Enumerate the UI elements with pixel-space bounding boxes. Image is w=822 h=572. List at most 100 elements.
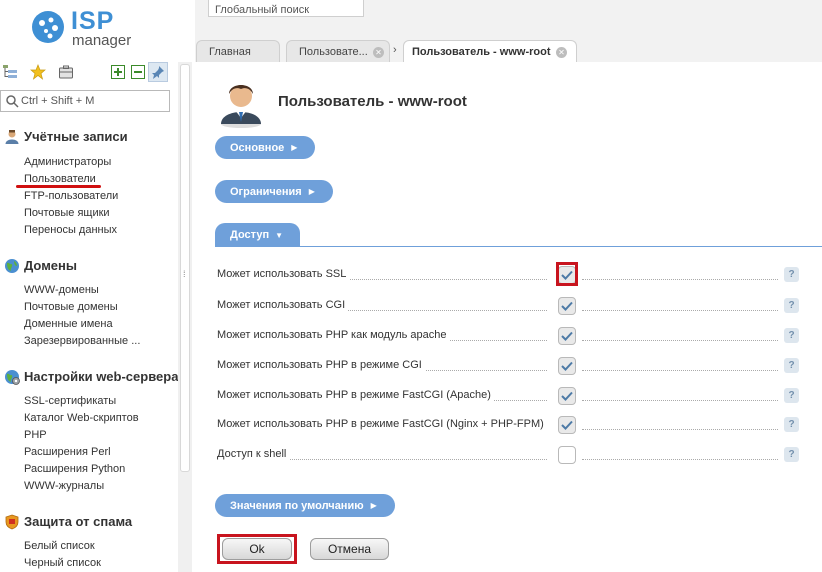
- triangle-right-icon: ▶: [291, 143, 298, 152]
- sidebar-search-input[interactable]: [21, 93, 166, 109]
- leader-dots: [582, 459, 778, 460]
- field-label: Может использовать PHP в режиме FastCGI …: [217, 389, 494, 401]
- close-icon[interactable]: ✕: [373, 47, 384, 58]
- sidebar-item-ftp-users[interactable]: FTP-пользователи: [24, 190, 118, 202]
- section-basic-button[interactable]: Основное ▶: [215, 136, 315, 159]
- global-search-input[interactable]: [215, 3, 365, 17]
- pin-icon[interactable]: [148, 62, 168, 82]
- cgi-checkbox[interactable]: [558, 297, 576, 315]
- user-avatar-icon: [221, 85, 261, 128]
- help-icon[interactable]: ?: [784, 388, 799, 403]
- tab-user-www-root[interactable]: Пользователь - www-root ✕: [403, 40, 577, 63]
- shell-checkbox[interactable]: [558, 446, 576, 464]
- php-fastcgi-apache-checkbox[interactable]: [558, 387, 576, 405]
- global-search: [208, 0, 365, 17]
- sidebar-scrollbar[interactable]: [178, 62, 192, 572]
- sidebar-item-php[interactable]: PHP: [24, 429, 47, 441]
- php-fastcgi-nginx-checkbox[interactable]: [558, 416, 576, 434]
- field-row-php-apache: Может использовать PHP как модуль apache…: [217, 327, 801, 345]
- leader-dots: [582, 429, 778, 430]
- field-label: Доступ к shell: [217, 448, 290, 460]
- help-icon[interactable]: ?: [784, 447, 799, 462]
- help-icon[interactable]: ?: [784, 417, 799, 432]
- field-label: Может использовать PHP как модуль apache: [217, 329, 450, 341]
- sidebar-toolbar: [0, 62, 178, 84]
- tab-label: Пользовате...: [299, 45, 368, 58]
- sidebar-section-title[interactable]: Домены: [24, 258, 77, 273]
- leader-dots: [582, 310, 778, 311]
- help-icon[interactable]: ?: [784, 298, 799, 313]
- sidebar-item-users-underline: [16, 185, 101, 188]
- sidebar-item-mail-domains[interactable]: Почтовые домены: [24, 301, 118, 313]
- highlight-box-ssl: [556, 262, 578, 286]
- leader-dots: [582, 370, 778, 371]
- tab-main[interactable]: Главная: [196, 40, 280, 62]
- expand-all-icon[interactable]: [108, 62, 128, 82]
- sidebar-item-web-scripts[interactable]: Каталог Web-скриптов: [24, 412, 139, 424]
- sidebar-item-www-logs[interactable]: WWW-журналы: [24, 480, 104, 492]
- section-basic-label: Основное: [230, 141, 285, 154]
- triangle-down-icon: ▼: [275, 230, 284, 240]
- section-defaults-button[interactable]: Значения по умолчанию ▶: [215, 494, 395, 517]
- section-access-button[interactable]: Доступ ▼: [215, 223, 300, 247]
- sidebar-item-ssl-certificates[interactable]: SSL-сертификаты: [24, 395, 116, 407]
- section-defaults-label: Значения по умолчанию: [230, 499, 364, 512]
- briefcase-icon[interactable]: [56, 62, 76, 82]
- sidebar-item-domain-names[interactable]: Доменные имена: [24, 318, 113, 330]
- logo-dots-icon: [32, 11, 64, 43]
- leader-dots: [582, 400, 778, 401]
- highlight-box-ok: [217, 534, 297, 564]
- sidebar-item-python-extensions[interactable]: Расширения Python: [24, 463, 125, 475]
- field-row-cgi: Может использовать CGI ?: [217, 297, 801, 315]
- chevron-right-icon: ›: [393, 44, 397, 56]
- isp-manager-logo[interactable]: ISP manager: [30, 7, 150, 49]
- page-title: Пользователь - www-root: [278, 93, 467, 110]
- sidebar-item-mailboxes[interactable]: Почтовые ящики: [24, 207, 110, 219]
- help-icon[interactable]: ?: [784, 267, 799, 282]
- collapse-all-icon[interactable]: [128, 62, 148, 82]
- sidebar-section-title[interactable]: Защита от спама: [24, 514, 132, 529]
- sidebar: ISP manager Учётные записи Администратор…: [0, 0, 178, 572]
- sidebar-section-title[interactable]: Учётные записи: [24, 129, 128, 144]
- field-label: Может использовать SSL: [217, 268, 350, 280]
- user-accounts-icon: [5, 130, 19, 144]
- sidebar-item-www-domains[interactable]: WWW-домены: [24, 284, 99, 296]
- sidebar-item-administrators[interactable]: Администраторы: [24, 156, 111, 168]
- field-row-php-fastcgi-apache: Может использовать PHP в режиме FastCGI …: [217, 387, 801, 405]
- section-access-divider: [215, 246, 822, 247]
- field-label: Может использовать CGI: [217, 299, 349, 311]
- field-row-shell: Доступ к shell ?: [217, 446, 801, 464]
- leader-dots: [582, 340, 778, 341]
- globe-icon: [5, 259, 19, 273]
- sidebar-item-reserved[interactable]: Зарезервированные ...: [24, 335, 140, 347]
- leader-dots: [582, 279, 778, 280]
- checkmark-icon: [561, 331, 573, 341]
- section-limits-label: Ограничения: [230, 185, 302, 198]
- field-row-php-cgi: Может использовать PHP в режиме CGI ?: [217, 357, 801, 375]
- field-label: Может использовать PHP в режиме FastCGI …: [217, 418, 547, 430]
- sidebar-item-blacklist[interactable]: Черный список: [24, 557, 101, 569]
- help-icon[interactable]: ?: [784, 328, 799, 343]
- field-row-php-fastcgi-nginx: Может использовать PHP в режиме FastCGI …: [217, 416, 801, 434]
- favorites-star-icon[interactable]: [28, 62, 48, 82]
- sidebar-section-title[interactable]: Настройки web-сервера: [24, 369, 178, 384]
- help-icon[interactable]: ?: [784, 358, 799, 373]
- checkmark-icon: [561, 391, 573, 401]
- splitter-grip-icon[interactable]: ⁞: [183, 268, 187, 280]
- sidebar-item-whitelist[interactable]: Белый список: [24, 540, 95, 552]
- tab-users[interactable]: Пользовате... ✕: [286, 40, 390, 62]
- logo-product: manager: [72, 32, 132, 49]
- field-row-ssl: Может использовать SSL ?: [217, 266, 801, 284]
- triangle-right-icon: ▶: [370, 501, 377, 510]
- sidebar-item-perl-extensions[interactable]: Расширения Perl: [24, 446, 111, 458]
- close-icon[interactable]: ✕: [556, 47, 567, 58]
- php-cgi-checkbox[interactable]: [558, 357, 576, 375]
- sidebar-item-data-transfers[interactable]: Переносы данных: [24, 224, 117, 236]
- search-icon: [6, 95, 19, 108]
- php-apache-checkbox[interactable]: [558, 327, 576, 345]
- checkmark-icon: [561, 420, 573, 430]
- section-limits-button[interactable]: Ограничения ▶: [215, 180, 333, 203]
- sidebar-item-users[interactable]: Пользователи: [24, 173, 96, 185]
- tree-view-icon[interactable]: [0, 62, 20, 82]
- cancel-button[interactable]: Отмена: [310, 538, 389, 560]
